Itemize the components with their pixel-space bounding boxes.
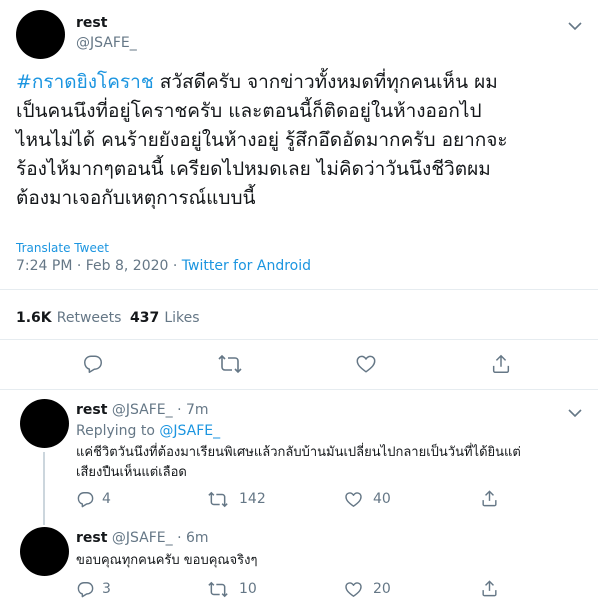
avatar[interactable] (20, 527, 69, 576)
replying-to: Replying to @JSAFE_ (76, 423, 220, 439)
translate-tweet-link[interactable]: Translate Tweet (16, 241, 109, 255)
reply-header: rest @JSAFE_ · 7m (76, 402, 209, 418)
share-icon[interactable] (480, 579, 499, 598)
author-name[interactable]: rest (76, 15, 107, 31)
reply-text: ขอบคุณทุกคนครับ ขอบคุณจริงๆ (76, 551, 257, 571)
hashtag-link[interactable]: #กราดยิงโคราช (16, 71, 154, 93)
reply-text-line: เสียงปืนเห็นแต่เลือด (76, 465, 187, 480)
replying-to-label: Replying to (76, 423, 160, 439)
avatar[interactable] (16, 10, 65, 59)
reply-author-name[interactable]: rest (76, 530, 107, 546)
avatar[interactable] (20, 399, 69, 448)
reply-author-handle[interactable]: @JSAFE_ · 7m (112, 402, 209, 418)
reply-text-line: ขอบคุณทุกคนครับ ขอบคุณจริงๆ (76, 553, 258, 568)
tweet-time[interactable]: 7:24 PM · Feb 8, 2020 · (16, 258, 182, 274)
reply-icon[interactable] (76, 580, 95, 599)
retweets-label: Retweets (56, 310, 122, 326)
thread-line (43, 452, 45, 525)
divider (0, 339, 598, 340)
like-icon[interactable] (355, 353, 377, 375)
reply-text-line: แค่ชีวิตวันนึงที่ต้องมาเรียนพิเศษแล้วกลั… (76, 445, 521, 460)
replying-to-handle[interactable]: @JSAFE_ (159, 423, 220, 439)
retweet-icon[interactable] (208, 490, 228, 509)
tweet-text-line: ต้องมาเจอกับเหตุการณ์แบบนี้ (16, 187, 256, 209)
like-icon[interactable] (344, 580, 363, 599)
retweets-count: 1.6K (16, 310, 52, 326)
like-count: 40 (373, 491, 391, 507)
like-icon[interactable] (344, 490, 363, 509)
retweet-icon[interactable] (208, 580, 228, 599)
reply-count: 4 (102, 491, 111, 507)
chevron-down-icon[interactable] (566, 404, 584, 423)
retweets-stat[interactable]: 1.6K Retweets (16, 307, 121, 326)
reply-author-handle[interactable]: @JSAFE_ · 6m (112, 530, 209, 546)
divider (0, 289, 598, 290)
divider (0, 389, 598, 390)
tweet-text: #กราดยิงโคราช สวัสดีครับ จากข่าวทั้งหมดท… (16, 68, 586, 213)
retweet-count: 142 (239, 491, 266, 507)
like-count: 20 (373, 581, 391, 597)
likes-count: 437 (130, 310, 160, 326)
tweet-text-line: ร้องไห้มากๆตอนนี้ เครียดไปหมดเลย ไม่คิดว… (16, 158, 491, 180)
tweet-source-link[interactable]: Twitter for Android (182, 258, 311, 274)
reply-count: 3 (102, 581, 111, 597)
likes-stat[interactable]: 437 Likes (130, 307, 200, 326)
tweet-text-line: เป็นคนนึงที่อยู่โคราชครับ และตอนนี้ก็ติด… (16, 100, 482, 122)
reply-author-name[interactable]: rest (76, 402, 107, 418)
reply-header: rest @JSAFE_ · 6m (76, 530, 209, 546)
tweet-text-line: ไหนไม่ได้ คนร้ายยังอยู่ในห้างอยู่ รู้สึก… (16, 129, 508, 151)
chevron-down-icon[interactable] (566, 17, 584, 36)
retweet-count: 10 (239, 581, 257, 597)
tweet-timestamp: 7:24 PM · Feb 8, 2020 · Twitter for Andr… (16, 258, 311, 274)
reply-icon[interactable] (76, 490, 95, 509)
share-icon[interactable] (480, 489, 499, 508)
likes-label: Likes (164, 310, 200, 326)
author-handle[interactable]: @JSAFE_ (76, 35, 137, 51)
share-icon[interactable] (490, 353, 512, 375)
reply-icon[interactable] (82, 353, 104, 375)
retweet-icon[interactable] (218, 353, 242, 375)
tweet-text-line: สวัสดีครับ จากข่าวทั้งหมดที่ทุกคนเห็น ผม (153, 71, 498, 93)
reply-text: แค่ชีวิตวันนึงที่ต้องมาเรียนพิเศษแล้วกลั… (76, 443, 521, 483)
